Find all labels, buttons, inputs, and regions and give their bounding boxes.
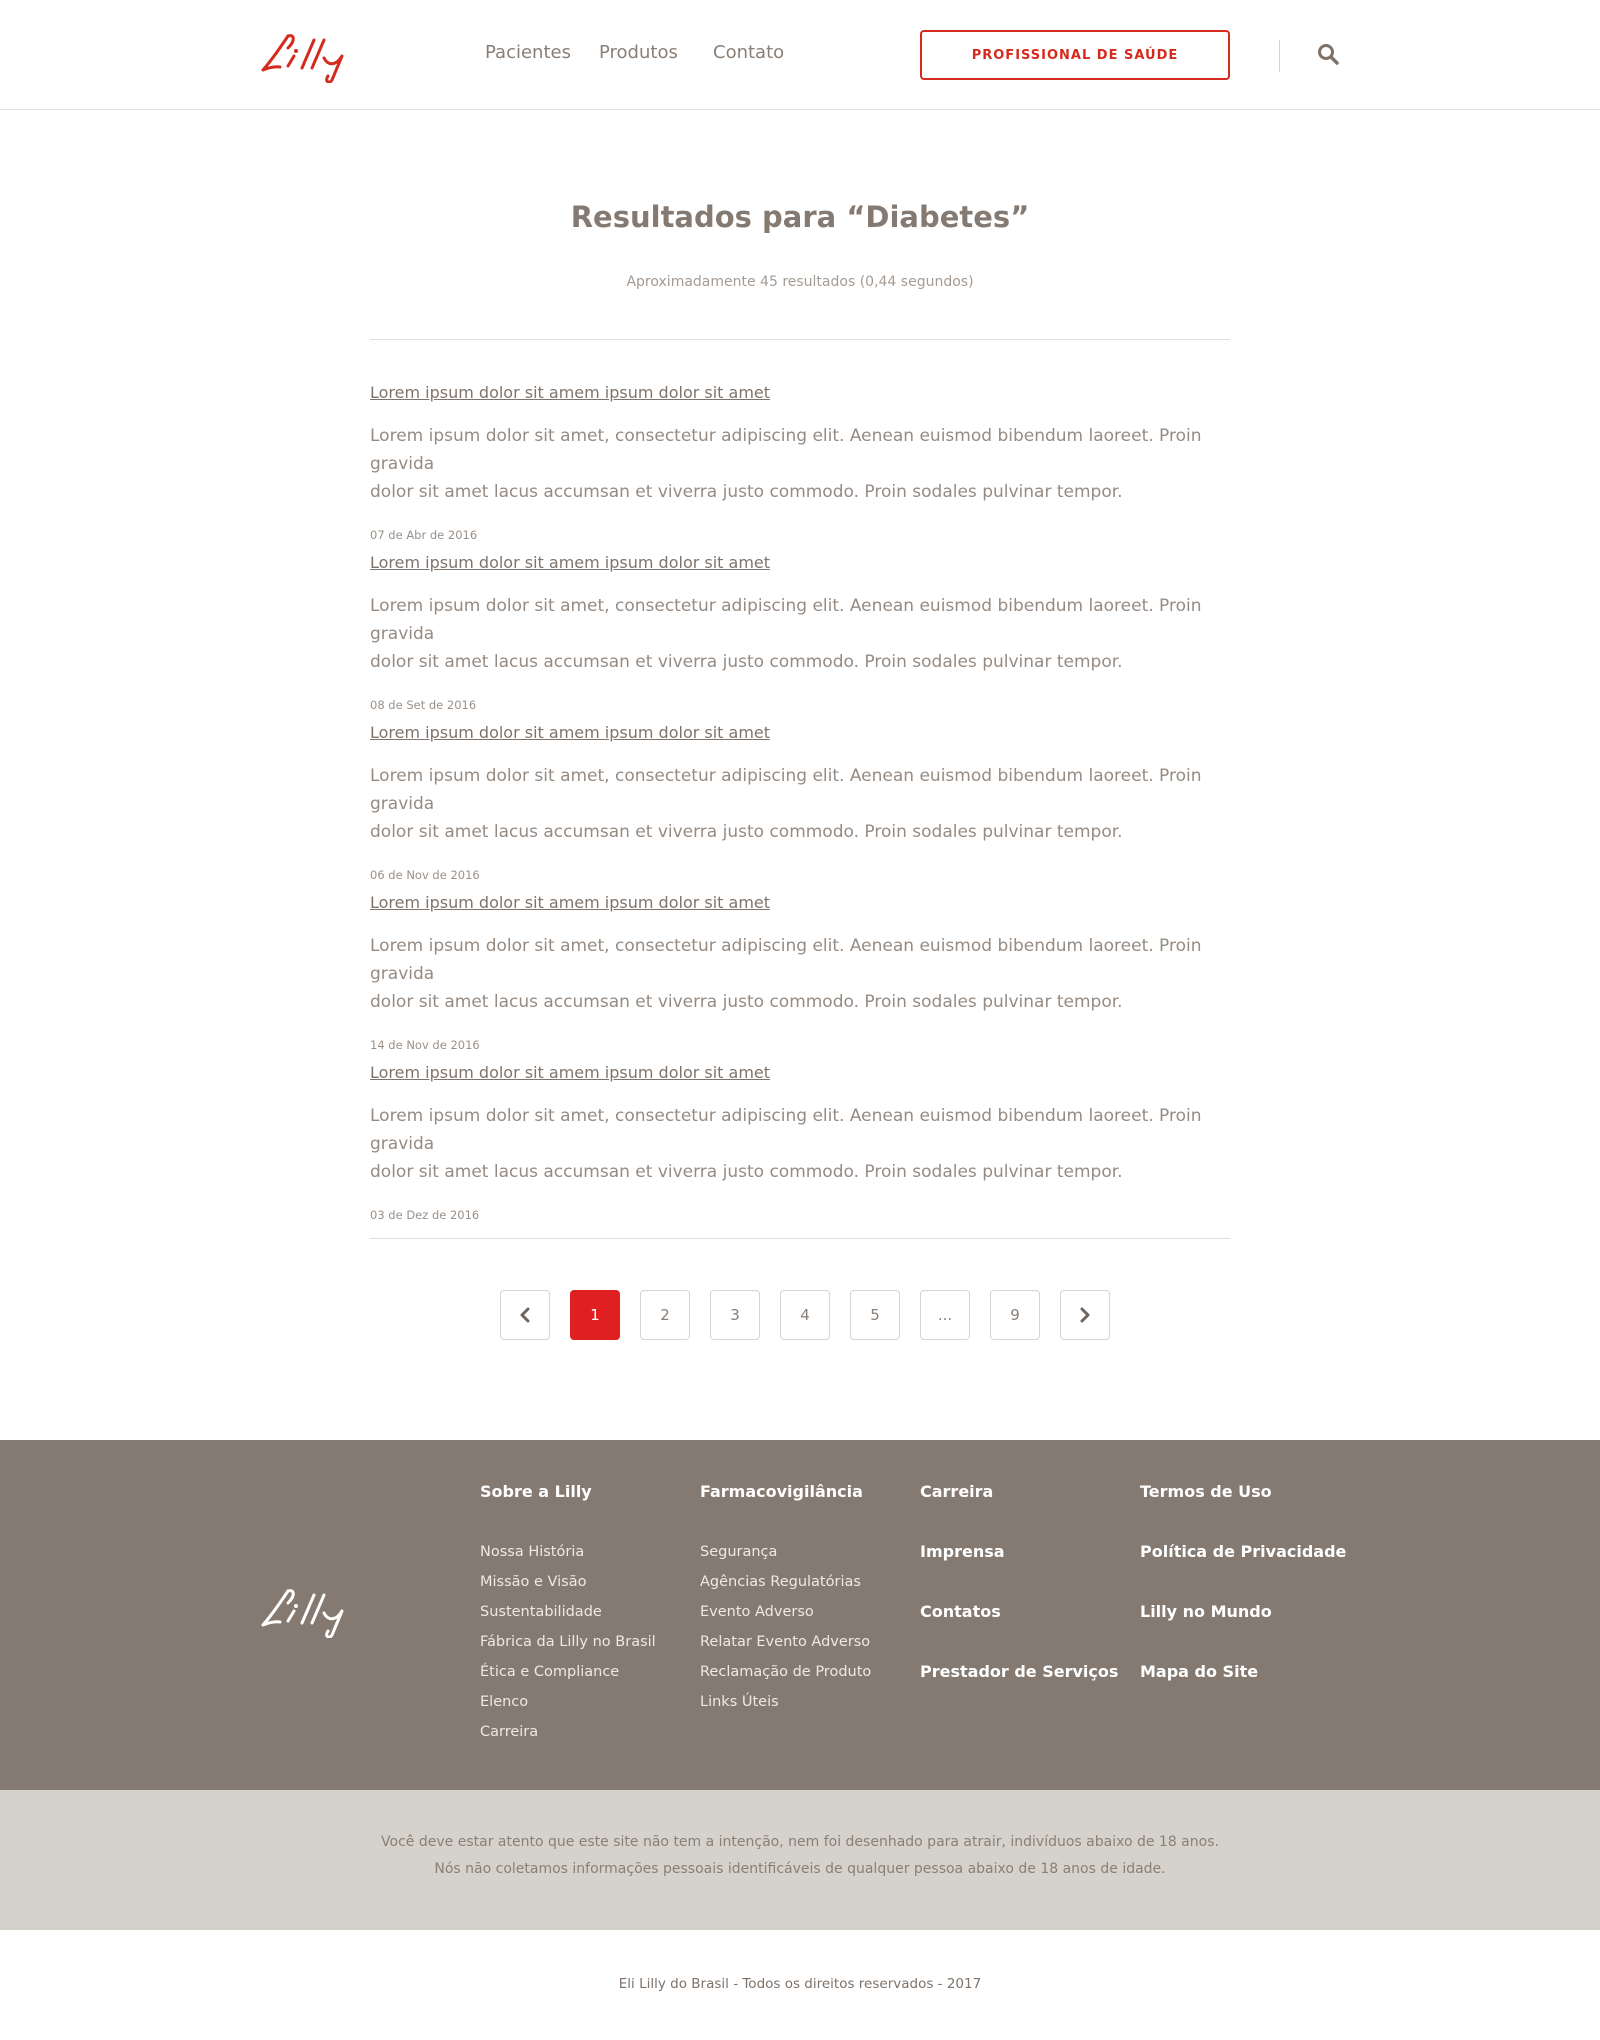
lilly-logo[interactable] [258, 28, 358, 84]
pagination-page-1[interactable]: 1 [570, 1290, 620, 1340]
result-snippet: Lorem ipsum dolor sit amet, consectetur … [370, 1106, 1202, 1182]
footer-link-privacidade[interactable]: Política de Privacidade [1140, 1542, 1346, 1561]
nav-contato[interactable]: Contato [713, 42, 784, 63]
result-title-link[interactable]: Lorem ipsum dolor sit amem ipsum dolor s… [370, 383, 1230, 402]
chevron-right-icon [1080, 1307, 1090, 1323]
pagination-page-2[interactable]: 2 [640, 1290, 690, 1340]
disclaimer-line: Nós não coletamos informações pessoais i… [434, 1861, 1166, 1877]
results-top-divider [370, 339, 1230, 340]
search-icon [1318, 44, 1339, 65]
search-result: Lorem ipsum dolor sit amem ipsum dolor s… [370, 383, 1230, 542]
footer-link-termos[interactable]: Termos de Uso [1140, 1482, 1272, 1501]
result-date: 08 de Set de 2016 [370, 698, 477, 712]
footer-heading-farmacovigilancia[interactable]: Farmacovigilância [700, 1482, 863, 1501]
search-button[interactable] [1316, 42, 1342, 68]
footer-link-carreira[interactable]: Carreira [920, 1482, 993, 1501]
footer-lilly-logo[interactable] [258, 1583, 358, 1639]
footer-link-imprensa[interactable]: Imprensa [920, 1542, 1005, 1561]
site-footer: Sobre a Lilly Nossa História Missão e Vi… [0, 1440, 1600, 1790]
footer-link[interactable]: Fábrica da Lilly no Brasil [480, 1634, 656, 1650]
site-header: Pacientes Produtos Contato PROFISSIONAL … [0, 0, 1600, 110]
footer-link-prestador[interactable]: Prestador de Serviços [920, 1662, 1118, 1681]
footer-link[interactable]: Ética e Compliance [480, 1664, 619, 1680]
result-date: 03 de Dez de 2016 [370, 1208, 480, 1222]
result-date: 06 de Nov de 2016 [370, 868, 480, 882]
search-result: Lorem ipsum dolor sit amem ipsum dolor s… [370, 553, 1230, 712]
pagination-page-9[interactable]: 9 [990, 1290, 1040, 1340]
pagination-page-5[interactable]: 5 [850, 1290, 900, 1340]
footer-link[interactable]: Links Úteis [700, 1694, 779, 1710]
results-bottom-divider [370, 1238, 1230, 1239]
footer-link[interactable]: Agências Regulatórias [700, 1574, 861, 1590]
result-date: 07 de Abr de 2016 [370, 528, 478, 542]
age-disclaimer: Você deve estar atento que este site não… [0, 1790, 1600, 1930]
search-result: Lorem ipsum dolor sit amem ipsum dolor s… [370, 893, 1230, 1052]
result-title-link[interactable]: Lorem ipsum dolor sit amem ipsum dolor s… [370, 723, 1230, 742]
copyright: Eli Lilly do Brasil - Todos os direitos … [618, 1976, 982, 1992]
footer-link-lilly-no-mundo[interactable]: Lilly no Mundo [1140, 1602, 1272, 1621]
results-count: Aproximadamente 45 resultados (0,44 segu… [626, 274, 974, 290]
result-title-link[interactable]: Lorem ipsum dolor sit amem ipsum dolor s… [370, 893, 1230, 912]
footer-link-contatos[interactable]: Contatos [920, 1602, 1001, 1621]
footer-link[interactable]: Segurança [700, 1544, 777, 1560]
pagination-page-3[interactable]: 3 [710, 1290, 760, 1340]
result-date: 14 de Nov de 2016 [370, 1038, 480, 1052]
result-title-link[interactable]: Lorem ipsum dolor sit amem ipsum dolor s… [370, 1063, 1230, 1082]
result-title-link[interactable]: Lorem ipsum dolor sit amem ipsum dolor s… [370, 553, 1230, 572]
footer-link[interactable]: Nossa História [480, 1544, 584, 1560]
footer-link[interactable]: Carreira [480, 1724, 538, 1740]
footer-heading-sobre[interactable]: Sobre a Lilly [480, 1482, 592, 1501]
result-snippet: Lorem ipsum dolor sit amet, consectetur … [370, 766, 1202, 842]
footer-link[interactable]: Relatar Evento Adverso [700, 1634, 870, 1650]
footer-link[interactable]: Reclamação de Produto [700, 1664, 871, 1680]
pagination-prev-button[interactable] [500, 1290, 550, 1340]
profissional-de-saude-button[interactable]: PROFISSIONAL DE SAÚDE [920, 30, 1230, 80]
footer-link-mapa[interactable]: Mapa do Site [1140, 1662, 1258, 1681]
nav-pacientes[interactable]: Pacientes [485, 42, 571, 63]
footer-link[interactable]: Sustentabilidade [480, 1604, 602, 1620]
search-result: Lorem ipsum dolor sit amem ipsum dolor s… [370, 723, 1230, 882]
chevron-left-icon [520, 1307, 530, 1323]
result-snippet: Lorem ipsum dolor sit amet, consectetur … [370, 936, 1202, 1012]
nav-produtos[interactable]: Produtos [599, 42, 678, 63]
results-heading: Resultados para “Diabetes” [570, 200, 1030, 234]
disclaimer-line: Você deve estar atento que este site não… [381, 1834, 1219, 1850]
footer-link[interactable]: Evento Adverso [700, 1604, 814, 1620]
result-snippet: Lorem ipsum dolor sit amet, consectetur … [370, 596, 1202, 672]
footer-link[interactable]: Missão e Visão [480, 1574, 586, 1590]
footer-link[interactable]: Elenco [480, 1694, 528, 1710]
pagination-page-4[interactable]: 4 [780, 1290, 830, 1340]
header-divider [1279, 40, 1280, 72]
search-result: Lorem ipsum dolor sit amem ipsum dolor s… [370, 1063, 1230, 1222]
pagination-next-button[interactable] [1060, 1290, 1110, 1340]
pagination-ellipsis[interactable]: ... [920, 1290, 970, 1340]
result-snippet: Lorem ipsum dolor sit amet, consectetur … [370, 426, 1202, 502]
